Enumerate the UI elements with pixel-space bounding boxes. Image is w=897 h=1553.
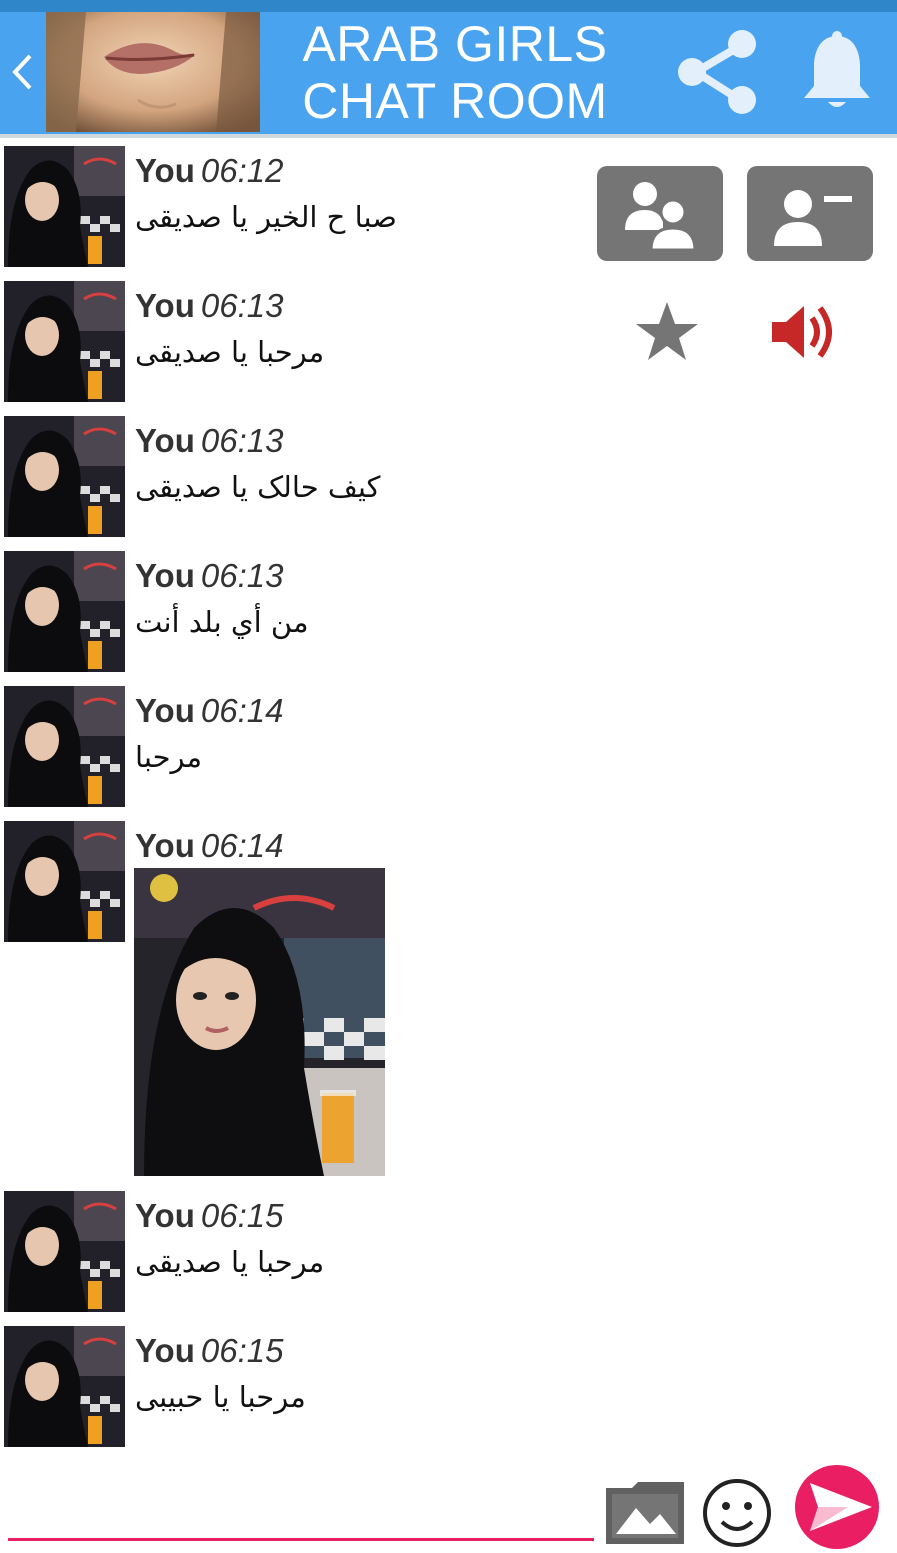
users-icon	[625, 181, 697, 251]
message-text: صبا ح الخير يا صديقى	[135, 200, 397, 234]
avatar[interactable]	[4, 146, 125, 267]
group-chat-button[interactable]	[597, 166, 723, 261]
message-time: 06:12	[200, 152, 284, 189]
message-text: من أي بلد أنت	[135, 605, 309, 639]
sound-toggle-button[interactable]	[766, 298, 838, 366]
message-text: مرحبا	[135, 740, 203, 774]
chat-message: You 06:15 مرحبا يا صديقى	[0, 1191, 580, 1313]
sender-name: You	[135, 827, 195, 864]
header-divider	[0, 134, 897, 138]
chat-message: You 06:15 مرحبا يا حبيبى	[0, 1326, 580, 1448]
profile-button[interactable]	[747, 166, 873, 261]
shared-photo[interactable]	[134, 868, 385, 1176]
send-button[interactable]	[788, 1465, 886, 1549]
message-time: 06:13	[200, 422, 284, 459]
message-text: مرحبا يا صديقى	[135, 1245, 325, 1279]
title-line-1: ARAB GIRLS	[302, 16, 608, 72]
smiley-icon	[703, 1479, 771, 1547]
speaker-icon	[772, 306, 832, 358]
bell-icon	[804, 31, 870, 107]
avatar[interactable]	[4, 551, 125, 672]
message-time: 06:14	[200, 692, 284, 729]
message-time: 06:15	[200, 1197, 284, 1234]
message-time: 06:14	[200, 827, 284, 864]
chat-message: You 06:14 مرحبا	[0, 686, 580, 808]
share-icon	[678, 30, 756, 114]
message-meta: You 06:15	[135, 1197, 283, 1235]
message-text: كيف حالک يا صديقى	[135, 470, 381, 504]
chevron-left-icon	[12, 54, 32, 90]
send-icon	[795, 1465, 879, 1549]
sender-name: You	[135, 1332, 195, 1369]
message-meta: You 06:14	[135, 692, 283, 730]
sender-name: You	[135, 287, 195, 324]
message-time: 06:13	[200, 557, 284, 594]
chat-message: You 06:13 مرحبا يا صديقى	[0, 281, 580, 403]
room-cover-photo	[46, 12, 260, 132]
favorite-button[interactable]	[632, 300, 702, 364]
share-button[interactable]	[672, 28, 762, 118]
chat-message: You 06:13 كيف حالک يا صديقى	[0, 416, 580, 538]
avatar[interactable]	[4, 1191, 125, 1312]
avatar[interactable]	[4, 821, 125, 942]
attach-image-button[interactable]	[604, 1480, 686, 1546]
message-text: مرحبا يا صديقى	[135, 335, 325, 369]
contact-card-icon	[774, 189, 852, 246]
sender-name: You	[135, 1197, 195, 1234]
avatar[interactable]	[4, 281, 125, 402]
message-meta: You 06:15	[135, 1332, 283, 1370]
title-line-2: CHAT ROOM	[302, 73, 608, 129]
avatar[interactable]	[4, 1326, 125, 1447]
sender-name: You	[135, 692, 195, 729]
message-meta: You 06:13	[135, 557, 283, 595]
message-input[interactable]	[8, 1480, 594, 1541]
chat-message: You 06:12 صبا ح الخير يا صديقى	[0, 146, 580, 268]
emoji-button[interactable]	[698, 1478, 776, 1548]
star-icon	[636, 302, 698, 360]
sender-name: You	[135, 152, 195, 189]
message-meta: You 06:14	[135, 827, 283, 865]
avatar[interactable]	[4, 686, 125, 807]
message-meta: You 06:12	[135, 152, 283, 190]
back-button[interactable]	[4, 42, 40, 102]
composer	[8, 1480, 596, 1544]
status-bar	[0, 0, 897, 12]
page-title: ARAB GIRLS CHAT ROOM	[270, 16, 640, 130]
chat-message: You 06:13 من أي بلد أنت	[0, 551, 580, 673]
avatar[interactable]	[4, 416, 125, 537]
message-text: مرحبا يا حبيبى	[135, 1380, 306, 1414]
message-meta: You 06:13	[135, 287, 283, 325]
image-gallery-icon	[606, 1482, 684, 1544]
message-meta: You 06:13	[135, 422, 283, 460]
sender-name: You	[135, 557, 195, 594]
message-time: 06:15	[200, 1332, 284, 1369]
sender-name: You	[135, 422, 195, 459]
notifications-button[interactable]	[800, 30, 874, 112]
message-time: 06:13	[200, 287, 284, 324]
